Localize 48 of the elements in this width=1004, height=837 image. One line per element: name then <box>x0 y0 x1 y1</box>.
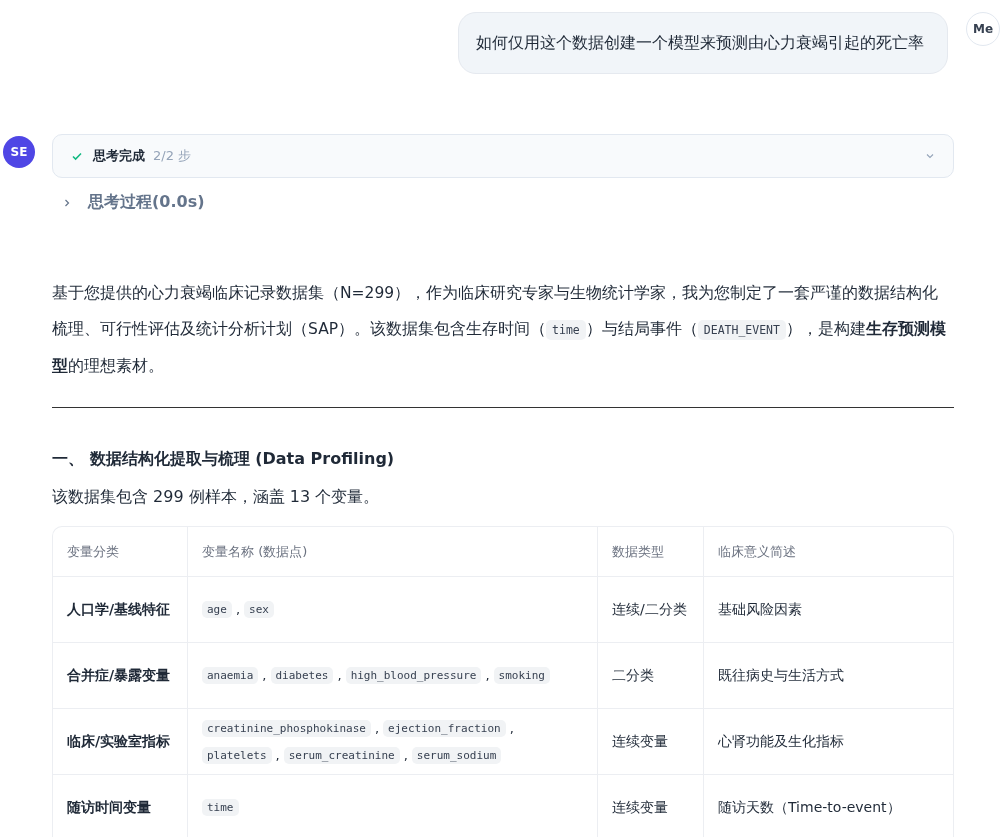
variable-tag: age <box>202 601 232 618</box>
table-cell-text: 基础风险因素 <box>717 599 803 619</box>
column-header: 变量名称 (数据点) <box>188 527 598 576</box>
thinking-toggle[interactable]: 思考过程(0.0s) <box>52 192 215 213</box>
table-cell: 临床/实验室指标 <box>53 709 188 774</box>
chevron-icon <box>62 197 72 208</box>
variable-tag: creatinine_phosphokinase <box>202 719 371 737</box>
table-cell: 连续/二分类 <box>598 577 704 642</box>
variable-tag: smoking <box>493 667 550 684</box>
variable-tag: sex <box>244 601 274 618</box>
variable-tag: anaemia <box>202 667 259 684</box>
separator-text: , <box>485 668 490 683</box>
section-heading: 一、 数据结构化提取与梳理 (Data Profiling) <box>52 448 396 470</box>
thinking-status-bar[interactable]: 思考完成 2/2 步 <box>52 134 954 178</box>
separator-text: , <box>509 720 514 736</box>
separator-text: , <box>374 720 380 736</box>
variable-tag: platelets <box>202 746 272 764</box>
intro-paragraph: 基于您提供的心力衰竭临床记录数据集（N=299），作为临床研究专家与生物统计学家，我为您制定了一套严谨的数据结构化梳理、可行性评估及统计分析计划（SAP）。该数据集包含生存时间（ time ）与结局事件（ DEATH_EVENT ），是构建生存预测模型的理想素材。 <box>52 283 947 377</box>
table-cell: 二分类 <box>598 643 704 708</box>
separator-text: , <box>403 747 408 763</box>
table-cell: 人口学/基线特征 <box>53 577 188 642</box>
variable-tag: time <box>202 799 239 816</box>
variable-tag: serum_creatinine <box>283 746 400 764</box>
variable-tag: ejection_fraction <box>383 719 506 737</box>
separator-text: , <box>262 668 267 683</box>
chevron-icon <box>925 151 935 161</box>
table-cell: 连续变量 <box>598 775 704 837</box>
table-cell-text: 既往病史与生活方式 <box>717 665 845 685</box>
table-cell-text: 心肾功能及生化指标 <box>717 731 845 751</box>
table-cell: 随访时间变量 <box>53 775 188 837</box>
table-cell-text: 随访天数（Time-to-event） <box>717 797 902 817</box>
status-label: 思考完成 <box>93 147 145 165</box>
assistant-avatar: SE <box>3 136 35 168</box>
separator-text: , <box>337 668 342 683</box>
variable-tag: diabetes <box>270 667 334 684</box>
column-header: 临床意义简述 <box>717 542 797 561</box>
separator-text: , <box>235 602 240 617</box>
step-count: 2/2 步 <box>153 147 192 165</box>
section-text: 该数据集包含 299 例样本，涵盖 13 个变量。 <box>52 486 381 508</box>
column-header: 变量分类 <box>53 527 188 576</box>
variable-tag: serum_sodium <box>411 746 502 764</box>
table-cell: 合并症/暴露变量 <box>53 643 188 708</box>
table-cell: 连续变量 <box>598 709 704 774</box>
separator-text: , <box>275 747 280 763</box>
check-icon <box>71 150 83 162</box>
user-message: 如何仅用这个数据创建一个模型来预测由心力衰竭引起的死亡率 <box>458 12 948 74</box>
variable-tag: high_blood_pressure <box>345 667 482 684</box>
column-header: 数据类型 <box>598 527 704 576</box>
